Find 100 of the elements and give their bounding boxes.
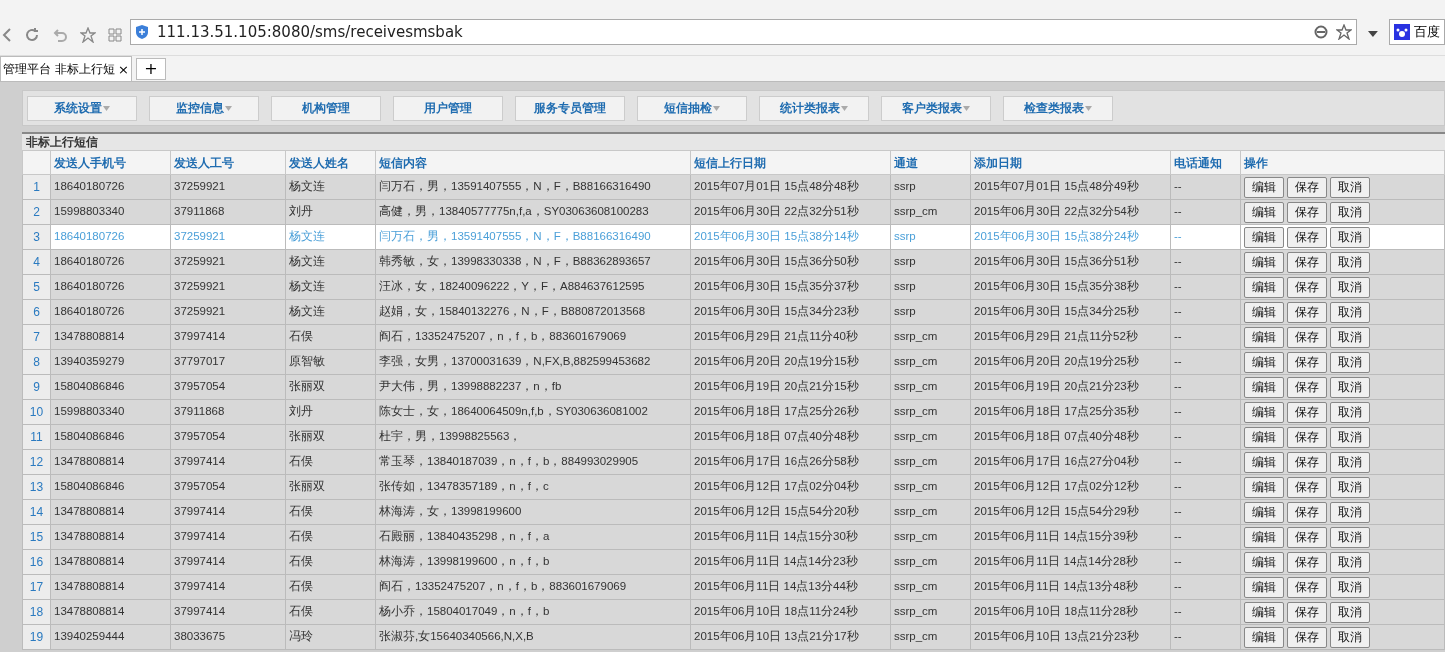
action-button[interactable]: 保存: [1287, 276, 1327, 298]
action-button[interactable]: 编辑: [1244, 526, 1284, 548]
table-row[interactable]: 11 15804086846 37957054 张丽双 杜宇，男，13998825563， 2015年06月18日 07点40分48秒 ssrp_cm 2015年06月18日 07点40分48秒 -- 编辑 保存 取消: [22, 424, 1445, 450]
column-header: 通道: [890, 150, 971, 175]
action-button[interactable]: 编辑: [1244, 601, 1284, 623]
action-button[interactable]: 取消: [1330, 326, 1370, 348]
table-row[interactable]: 14 13478808814 37997414 石俣 林海涛，女，13998199600 2015年06月12日 15点54分20秒 ssrp_cm 2015年06月12日 15点54分29秒 -- 编辑 保存 取消: [22, 499, 1445, 525]
action-button[interactable]: 取消: [1330, 226, 1370, 248]
action-button[interactable]: 取消: [1330, 376, 1370, 398]
action-button[interactable]: 编辑: [1244, 626, 1284, 648]
action-button[interactable]: 保存: [1287, 251, 1327, 273]
name-cell: 杨文连: [285, 224, 376, 250]
action-button[interactable]: 保存: [1287, 401, 1327, 423]
back-icon[interactable]: [2, 28, 12, 42]
action-button[interactable]: 取消: [1330, 201, 1370, 223]
action-button[interactable]: 取消: [1330, 626, 1370, 648]
action-button[interactable]: 编辑: [1244, 426, 1284, 448]
search-engine-box[interactable]: 百度: [1389, 19, 1445, 45]
table-row[interactable]: 17 13478808814 37997414 石俣 阎石，13352475207，n，f，b，883601679069 2015年06月11日 14点13分44秒 ssrp_cm 2015年06月11日 14点13分48秒 -- 编辑 保存 取消: [22, 574, 1445, 600]
grid-icon[interactable]: [108, 28, 122, 42]
new-tab-button[interactable]: +: [136, 58, 166, 80]
star-icon[interactable]: [80, 27, 96, 43]
table-row[interactable]: 15 13478808814 37997414 石俣 石殿丽，13840435298，n，f，a 2015年06月11日 14点15分30秒 ssrp_cm 2015年06月11日 14点15分39秒 -- 编辑 保存 取消: [22, 524, 1445, 550]
action-button[interactable]: 取消: [1330, 251, 1370, 273]
action-button[interactable]: 保存: [1287, 526, 1327, 548]
menu-button[interactable]: 检查类报表: [1003, 95, 1113, 121]
action-button[interactable]: 保存: [1287, 176, 1327, 198]
menu-button[interactable]: 用户管理: [393, 95, 503, 121]
action-button[interactable]: 编辑: [1244, 501, 1284, 523]
undo-icon[interactable]: [52, 27, 68, 43]
action-button[interactable]: 取消: [1330, 526, 1370, 548]
star-icon[interactable]: [1336, 24, 1353, 40]
table-row[interactable]: 4 18640180726 37259921 杨文连 韩秀敏，女，13998330338，N，F，B88362893657 2015年06月30日 15点36分50秒 ssrp 2015年06月30日 15点36分51秒 -- 编辑 保存 取消: [22, 249, 1445, 275]
menu-button[interactable]: 系统设置: [27, 95, 137, 121]
action-button[interactable]: 保存: [1287, 426, 1327, 448]
action-button[interactable]: 取消: [1330, 451, 1370, 473]
menu-button[interactable]: 服务专员管理: [515, 95, 625, 121]
action-button[interactable]: 编辑: [1244, 551, 1284, 573]
action-button[interactable]: 保存: [1287, 226, 1327, 248]
table-row[interactable]: 12 13478808814 37997414 石俣 常玉琴，13840187039，n，f，b，884993029905 2015年06月17日 16点26分58秒 ssrp_cm 2015年06月17日 16点27分04秒 -- 编辑 保存 取消: [22, 449, 1445, 475]
action-button[interactable]: 保存: [1287, 301, 1327, 323]
action-button[interactable]: 取消: [1330, 351, 1370, 373]
table-row[interactable]: 10 15998803340 37911868 刘丹 陈女士，女，18640064509n,f,b，SY030636081002 2015年06月18日 17点25分26秒 ssrp_cm 2015年06月18日 17点25分35秒 -- 编辑 保存 取消: [22, 399, 1445, 425]
close-tab-button[interactable]: ×: [118, 62, 129, 76]
table-row[interactable]: 19 13940259444 38033675 冯玲 张淑芬,女15640340566,N,X,B 2015年06月10日 13点21分17秒 ssrp_cm 2015年06月10日 13点21分23秒 -- 编辑 保存 取消: [22, 624, 1445, 650]
action-button[interactable]: 保存: [1287, 501, 1327, 523]
table-row[interactable]: 16 13478808814 37997414 石俣 林海涛，13998199600，n，f，b 2015年06月11日 14点14分23秒 ssrp_cm 2015年06月11日 14点14分28秒 -- 编辑 保存 取消: [22, 549, 1445, 575]
table-row[interactable]: 5 18640180726 37259921 杨文连 汪冰，女，18240096222，Y，F，A884637612595 2015年06月30日 15点35分37秒 ssrp 2015年06月30日 15点35分38秒 -- 编辑 保存 取消: [22, 274, 1445, 300]
action-button[interactable]: 编辑: [1244, 201, 1284, 223]
action-button[interactable]: 取消: [1330, 426, 1370, 448]
action-button[interactable]: 取消: [1330, 301, 1370, 323]
action-button[interactable]: 保存: [1287, 551, 1327, 573]
action-button[interactable]: 保存: [1287, 376, 1327, 398]
channel-cell: ssrp_cm: [890, 449, 971, 475]
action-button[interactable]: 保存: [1287, 451, 1327, 473]
action-button[interactable]: 保存: [1287, 201, 1327, 223]
action-button[interactable]: 取消: [1330, 551, 1370, 573]
table-row[interactable]: 18 13478808814 37997414 石俣 杨小乔，15804017049，n，f，b 2015年06月10日 18点11分24秒 ssrp_cm 2015年06月10日 18点11分28秒 -- 编辑 保存 取消: [22, 599, 1445, 625]
action-button[interactable]: 保存: [1287, 326, 1327, 348]
address-bar[interactable]: 111.13.51.105:8080/sms/receivesmsbak: [130, 19, 1358, 45]
action-button[interactable]: 编辑: [1244, 451, 1284, 473]
action-button[interactable]: 取消: [1330, 601, 1370, 623]
table-row[interactable]: 9 15804086846 37957054 张丽双 尹大伟，男，13998882237，n，fb 2015年06月19日 20点21分15秒 ssrp_cm 2015年06月19日 20点21分23秒 -- 编辑 保存 取消: [22, 374, 1445, 400]
action-button[interactable]: 编辑: [1244, 326, 1284, 348]
action-button[interactable]: 编辑: [1244, 576, 1284, 598]
action-button[interactable]: 编辑: [1244, 351, 1284, 373]
action-button[interactable]: 取消: [1330, 401, 1370, 423]
menu-button[interactable]: 客户类报表: [881, 95, 991, 121]
table-row[interactable]: 2 15998803340 37911868 刘丹 高健，男，13840577775n,f,a，SY03063608100283 2015年06月30日 22点32分51秒 ssrp_cm 2015年06月30日 22点32分54秒 -- 编辑 保存 取消: [22, 199, 1445, 225]
action-button[interactable]: 取消: [1330, 476, 1370, 498]
action-button[interactable]: 保存: [1287, 476, 1327, 498]
action-button[interactable]: 取消: [1330, 576, 1370, 598]
table-row[interactable]: 3 18640180726 37259921 杨文连 闫万石，男，13591407555，N，F，B88166316490 2015年06月30日 15点38分14秒 ssrp 2015年06月30日 15点38分24秒 -- 编辑 保存 取消: [22, 224, 1445, 250]
action-button[interactable]: 编辑: [1244, 251, 1284, 273]
reload-icon[interactable]: [24, 27, 40, 43]
table-row[interactable]: 6 18640180726 37259921 杨文连 赵娟，女，15840132276，N，F，B880872013568 2015年06月30日 15点34分23秒 ssrp 2015年06月30日 15点34分25秒 -- 编辑 保存 取消: [22, 299, 1445, 325]
table-row[interactable]: 8 13940359279 37797017 原智敏 李强，女男，13700031639，N,FX,B,882599453682 2015年06月20日 20点19分15秒 ssrp_cm 2015年06月20日 20点19分25秒 -- 编辑 保存 取消: [22, 349, 1445, 375]
browser-tab[interactable]: 管理平台 非标上行短 ×: [0, 56, 132, 81]
action-button[interactable]: 编辑: [1244, 376, 1284, 398]
table-row[interactable]: 7 13478808814 37997414 石俣 阎石，13352475207，n，f，b，883601679069 2015年06月29日 21点11分40秒 ssrp_cm 2015年06月29日 21点11分52秒 -- 编辑 保存 取消: [22, 324, 1445, 350]
action-button[interactable]: 保存: [1287, 576, 1327, 598]
action-button[interactable]: 取消: [1330, 276, 1370, 298]
action-button[interactable]: 编辑: [1244, 401, 1284, 423]
table-row[interactable]: 1 18640180726 37259921 杨文连 闫万石，男，13591407555，N，F，B88166316490 2015年07月01日 15点48分48秒 ssrp 2015年07月01日 15点48分49秒 -- 编辑 保存 取消: [22, 174, 1445, 200]
action-button[interactable]: 保存: [1287, 626, 1327, 648]
action-button[interactable]: 编辑: [1244, 301, 1284, 323]
table-row[interactable]: 13 15804086846 37957054 张丽双 张传如，13478357189，n，f，c 2015年06月12日 17点02分04秒 ssrp_cm 2015年06月12日 17点02分12秒 -- 编辑 保存 取消: [22, 474, 1445, 500]
action-button[interactable]: 编辑: [1244, 276, 1284, 298]
action-button[interactable]: 编辑: [1244, 176, 1284, 198]
action-button[interactable]: 取消: [1330, 501, 1370, 523]
action-button[interactable]: 编辑: [1244, 226, 1284, 248]
menu-button[interactable]: 机构管理: [271, 95, 381, 121]
menu-button[interactable]: 短信抽检: [637, 95, 747, 121]
action-button[interactable]: 编辑: [1244, 476, 1284, 498]
action-button[interactable]: 保存: [1287, 351, 1327, 373]
action-button[interactable]: 取消: [1330, 176, 1370, 198]
phone-cell: 15804086846: [50, 374, 171, 400]
menu-button[interactable]: 监控信息: [149, 95, 259, 121]
menu-button[interactable]: 统计类报表: [759, 95, 869, 121]
action-button[interactable]: 保存: [1287, 601, 1327, 623]
